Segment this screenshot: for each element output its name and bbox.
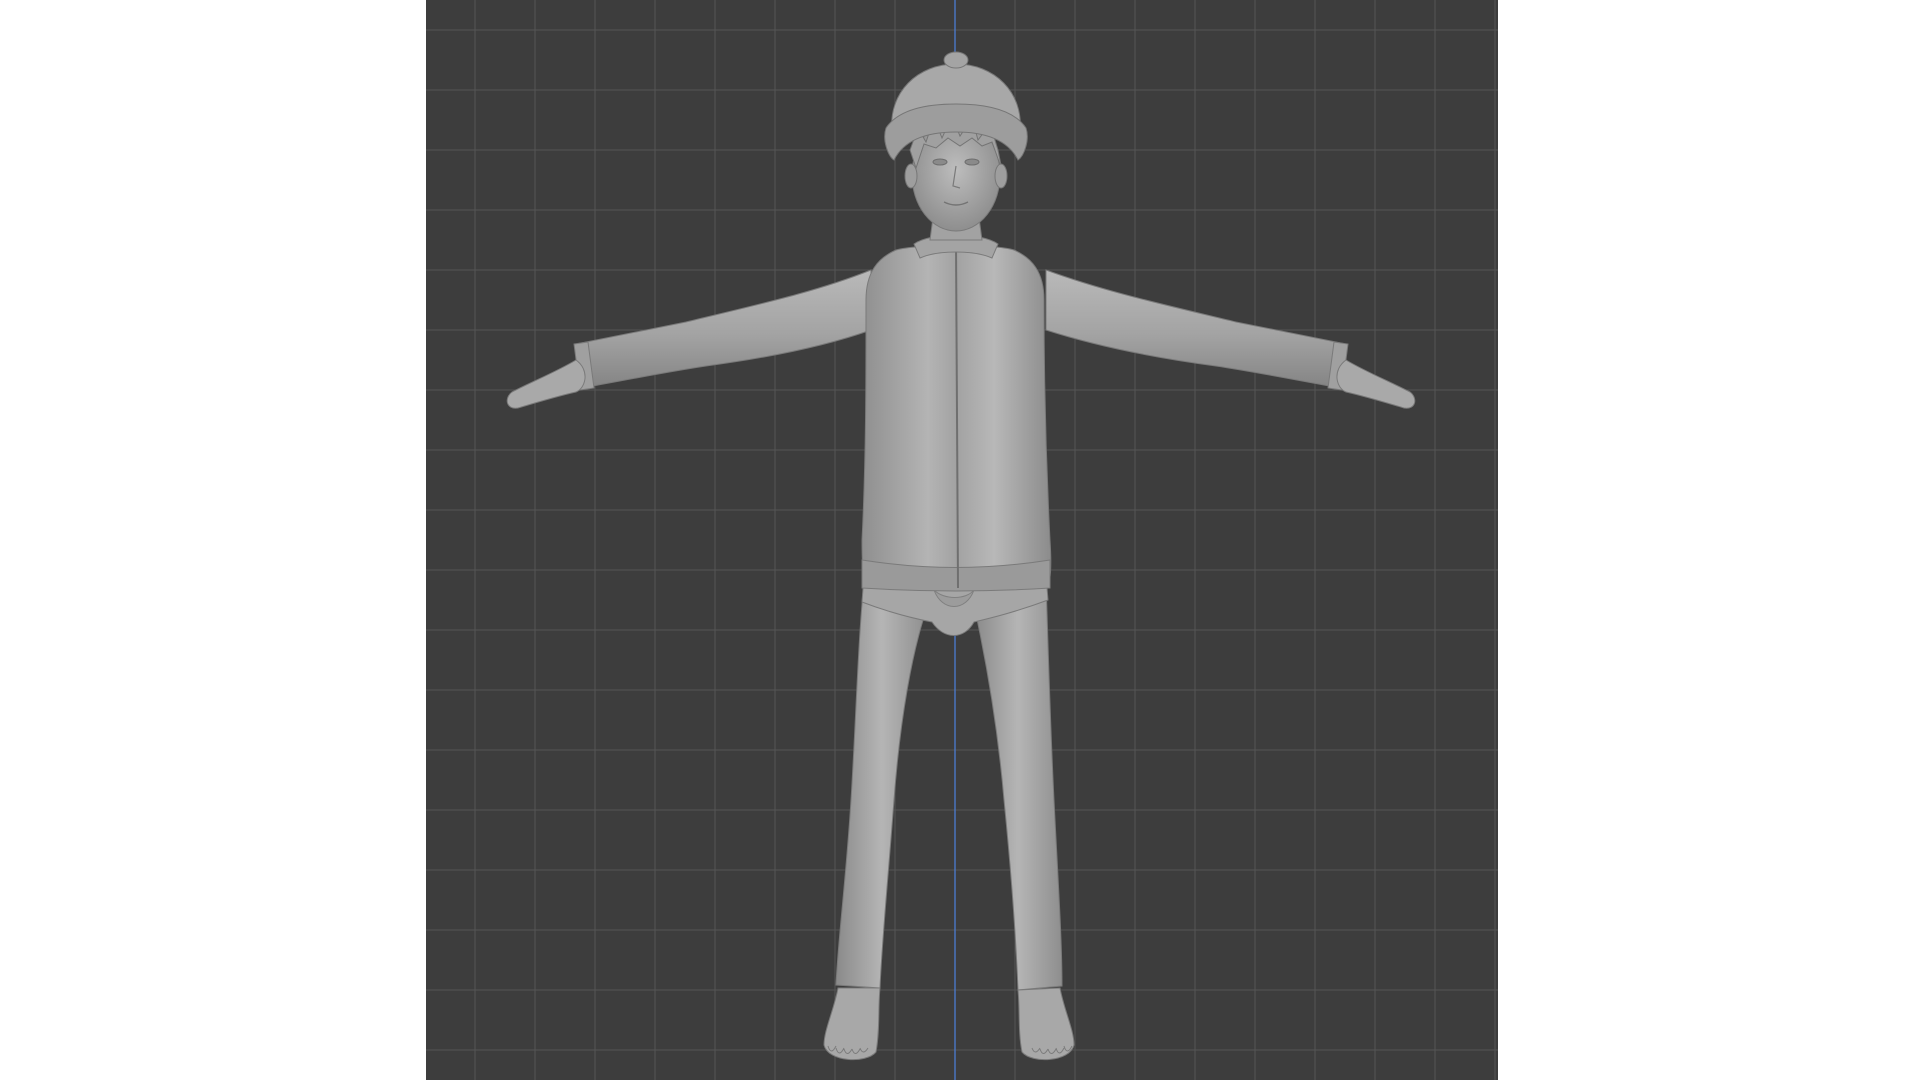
page — [0, 0, 1920, 1080]
right-ear — [994, 163, 1008, 189]
left-eye — [932, 158, 948, 166]
viewport-canvas[interactable] — [426, 0, 1498, 1080]
left-ear — [904, 163, 918, 189]
right-eye — [964, 158, 980, 166]
beanie-pom — [943, 51, 969, 69]
3d-viewport[interactable] — [426, 0, 1498, 1080]
